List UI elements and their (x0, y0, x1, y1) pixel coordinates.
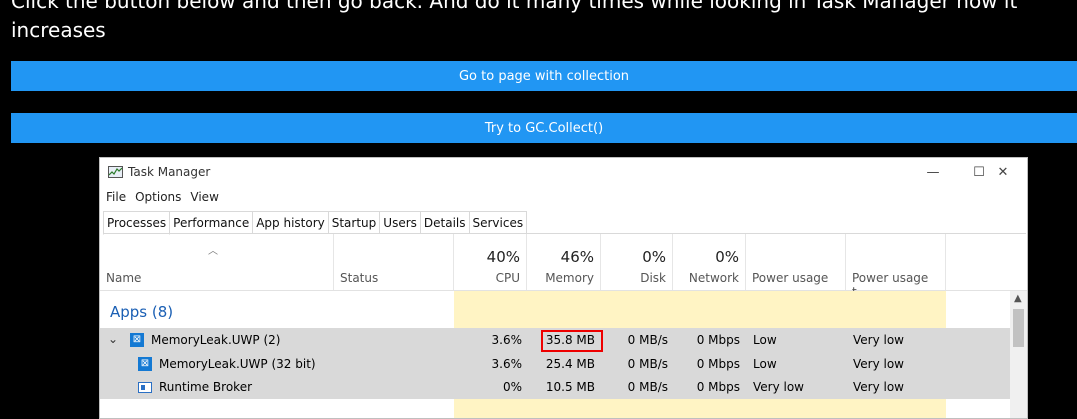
power-value: Low (753, 333, 777, 347)
vertical-scrollbar[interactable]: ▲ (1010, 291, 1027, 418)
column-power-trend[interactable]: Power usage t... (846, 234, 946, 299)
tab-users[interactable]: Users (379, 211, 421, 234)
cpu-value: 0% (502, 380, 522, 394)
memory-total: 46% (560, 248, 594, 266)
disk-value: 0 MB/s (627, 357, 668, 371)
power-trend-value: Very low (853, 357, 904, 371)
memory-value: 10.5 MB (545, 380, 595, 394)
group-header-apps[interactable]: Apps (8) (110, 303, 173, 321)
menu-file[interactable]: File (106, 190, 132, 204)
tab-strip: Processes Performance App history Startu… (103, 211, 528, 235)
power-value: Very low (753, 380, 804, 394)
instructions-line-1: Click the button below and then go back.… (11, 0, 1018, 13)
table-row[interactable]: Runtime Broker 0% 10.5 MB 0 MB/s 0 Mbps … (100, 376, 1010, 399)
tab-performance[interactable]: Performance (169, 211, 254, 234)
table-row[interactable]: ⊠ MemoryLeak.UWP (32 bit) 3.6% 25.4 MB 0… (100, 353, 1010, 376)
scroll-up-icon[interactable]: ▲ (1014, 293, 1022, 304)
column-network[interactable]: 0% Network (673, 234, 746, 290)
column-memory-label: Memory (545, 271, 594, 285)
process-name: Runtime Broker (159, 380, 253, 394)
column-cpu-label: CPU (495, 271, 520, 285)
uwp-app-icon: ⊠ (130, 332, 144, 347)
title-bar: Task Manager — ☐ ✕ (100, 158, 1027, 187)
column-power[interactable]: Power usage (746, 234, 846, 290)
gc-collect-button[interactable]: Try to GC.Collect() (11, 113, 1077, 143)
close-icon[interactable]: ✕ (980, 158, 1026, 187)
cpu-total: 40% (486, 248, 520, 266)
network-total: 0% (715, 248, 739, 266)
column-header-row: ︿ Name Status 40% CPU 46% Memory 0% Disk… (100, 234, 1027, 299)
menu-view[interactable]: View (190, 190, 224, 204)
disk-value: 0 MB/s (627, 380, 668, 394)
uwp-app-icon: ⊠ (138, 356, 152, 371)
power-trend-value: Very low (853, 333, 904, 347)
runtime-broker-icon (138, 380, 152, 394)
column-cpu[interactable]: 40% CPU (454, 234, 527, 290)
column-name-label: Name (106, 271, 142, 285)
instructions-text: Click the button below and then go back.… (11, 0, 1077, 45)
minimize-icon[interactable]: — (910, 158, 956, 187)
network-value: 0 Mbps (696, 380, 740, 394)
cpu-value: 3.6% (491, 357, 523, 371)
task-manager-icon (108, 166, 123, 178)
power-trend-value: Very low (853, 380, 904, 394)
window-title: Task Manager (128, 165, 211, 179)
disk-value: 0 MB/s (627, 333, 668, 347)
table-row[interactable]: ⌄ ⊠ MemoryLeak.UWP (2) 3.6% 35.8 MB 0 MB… (100, 328, 1010, 353)
tab-app-history[interactable]: App history (252, 211, 329, 234)
column-disk-label: Disk (640, 271, 666, 285)
process-name: MemoryLeak.UWP (2) (151, 333, 281, 347)
instructions-line-2: increases (11, 18, 106, 42)
tab-services[interactable]: Services (468, 211, 528, 234)
menu-options[interactable]: Options (135, 190, 187, 204)
column-status[interactable]: Status (334, 234, 454, 290)
tab-processes[interactable]: Processes (103, 211, 171, 235)
column-power-label: Power usage (752, 271, 829, 285)
column-disk[interactable]: 0% Disk (601, 234, 673, 290)
column-name[interactable]: ︿ Name (100, 234, 334, 290)
memory-highlight-box (541, 330, 603, 352)
menu-bar: File Options View (106, 190, 228, 204)
cpu-value: 3.6% (491, 333, 523, 347)
scrollbar-thumb[interactable] (1013, 309, 1024, 347)
memory-value: 25.4 MB (545, 357, 595, 371)
tab-details[interactable]: Details (419, 211, 470, 234)
column-network-label: Network (688, 271, 739, 285)
process-name: MemoryLeak.UWP (32 bit) (159, 357, 316, 371)
network-value: 0 Mbps (696, 357, 740, 371)
network-value: 0 Mbps (696, 333, 740, 347)
column-status-label: Status (340, 271, 379, 285)
disk-total: 0% (642, 248, 666, 266)
sort-up-icon: ︿ (208, 246, 218, 257)
tab-startup[interactable]: Startup (327, 211, 381, 234)
power-value: Low (753, 357, 777, 371)
task-manager-window: Task Manager — ☐ ✕ File Options View Pro… (99, 157, 1028, 419)
go-to-page-button[interactable]: Go to page with collection (11, 61, 1077, 91)
expand-chevron-icon[interactable]: ⌄ (108, 332, 118, 346)
column-memory[interactable]: 46% Memory (527, 234, 601, 290)
